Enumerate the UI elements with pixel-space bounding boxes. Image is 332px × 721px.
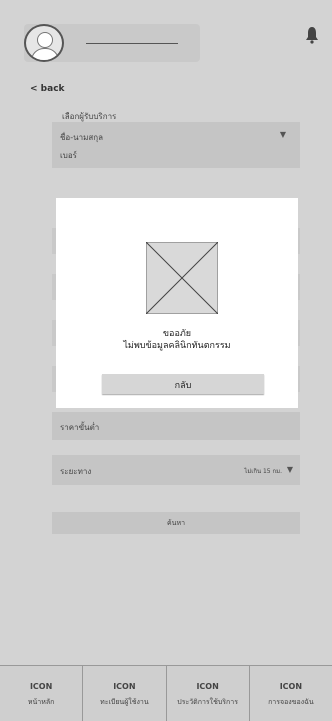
modal-message: ไม่พบข้อมูลคลินิกทันตกรรม xyxy=(123,341,231,351)
tab-icon: ICON xyxy=(279,682,303,691)
distance-value: ไม่เกิน 15 กม. xyxy=(244,468,282,475)
tab-label: ทะเบียนผู้ใช้งาน xyxy=(100,698,149,706)
min-price-field[interactable]: ราคาขั้นต่ำ xyxy=(52,412,300,440)
not-found-modal: ขออภัย ไม่พบข้อมูลคลินิกทันตกรรม กลับ xyxy=(56,198,298,408)
distance-label: ระยะทาง xyxy=(60,467,92,476)
bell-icon[interactable] xyxy=(305,26,319,44)
tab-label: การจองของฉัน xyxy=(268,698,314,706)
tab-icon: ICON xyxy=(29,682,53,691)
client-phone-text: เบอร์ xyxy=(60,151,77,160)
image-placeholder-icon xyxy=(146,242,218,314)
back-link[interactable]: < back xyxy=(30,84,65,94)
min-price-label: ราคาขั้นต่ำ xyxy=(60,423,100,432)
tab-icon: ICON xyxy=(196,682,219,691)
bottom-tab-bar: ICON หน้าหลัก ICON ทะเบียนผู้ใช้งาน ICON… xyxy=(0,665,332,721)
search-button[interactable]: ค้นหา xyxy=(52,512,300,534)
user-avatar-icon[interactable] xyxy=(24,24,64,62)
screen: < back เลือกผู้รับบริการ ชื่อ-นามสกุล เบ… xyxy=(0,0,332,721)
tab-registration[interactable]: ICON ทะเบียนผู้ใช้งาน xyxy=(83,666,167,721)
distance-select[interactable]: ระยะทาง ไม่เกิน 15 กม. ▼ xyxy=(52,455,300,485)
tab-label: ประวัติการใช้บริการ xyxy=(177,698,238,706)
modal-back-label: กลับ xyxy=(174,381,192,391)
tab-home[interactable]: ICON หน้าหลัก xyxy=(0,666,84,721)
tab-label: หน้าหลัก xyxy=(27,698,55,706)
modal-back-button[interactable]: กลับ xyxy=(102,374,264,394)
dropdown-arrow-icon: ▼ xyxy=(286,465,293,474)
tab-history[interactable]: ICON ประวัติการใช้บริการ xyxy=(167,666,250,721)
dropdown-arrow-icon: ▼ xyxy=(279,130,286,139)
tab-my-bookings[interactable]: ICON การจองของฉัน xyxy=(250,666,332,721)
profile-header[interactable] xyxy=(24,24,200,62)
search-button-label: ค้นหา xyxy=(166,519,185,527)
client-name-text: ชื่อ-นามสกุล xyxy=(60,133,103,142)
user-name-placeholder xyxy=(86,43,178,44)
tab-icon: ICON xyxy=(113,682,136,691)
client-select[interactable]: ชื่อ-นามสกุล เบอร์ ▼ xyxy=(52,122,300,168)
